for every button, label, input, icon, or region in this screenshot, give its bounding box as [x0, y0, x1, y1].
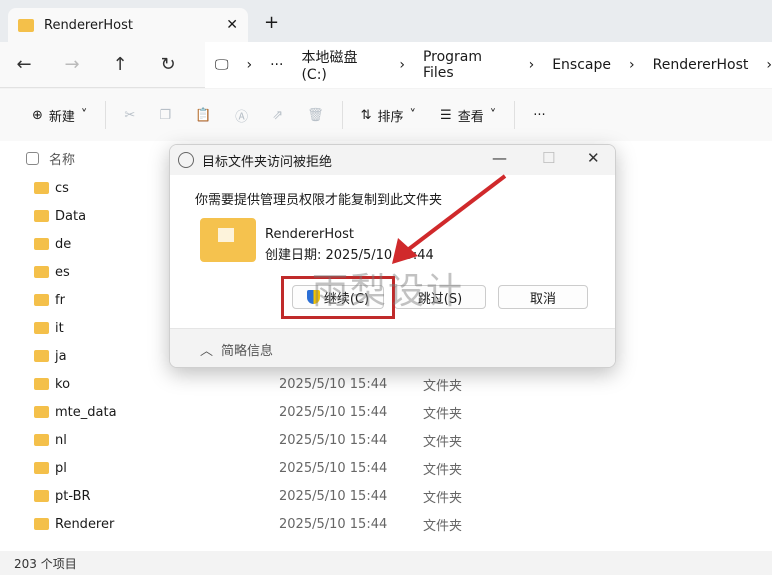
watermark: 雨梨设计 — [312, 271, 465, 312]
